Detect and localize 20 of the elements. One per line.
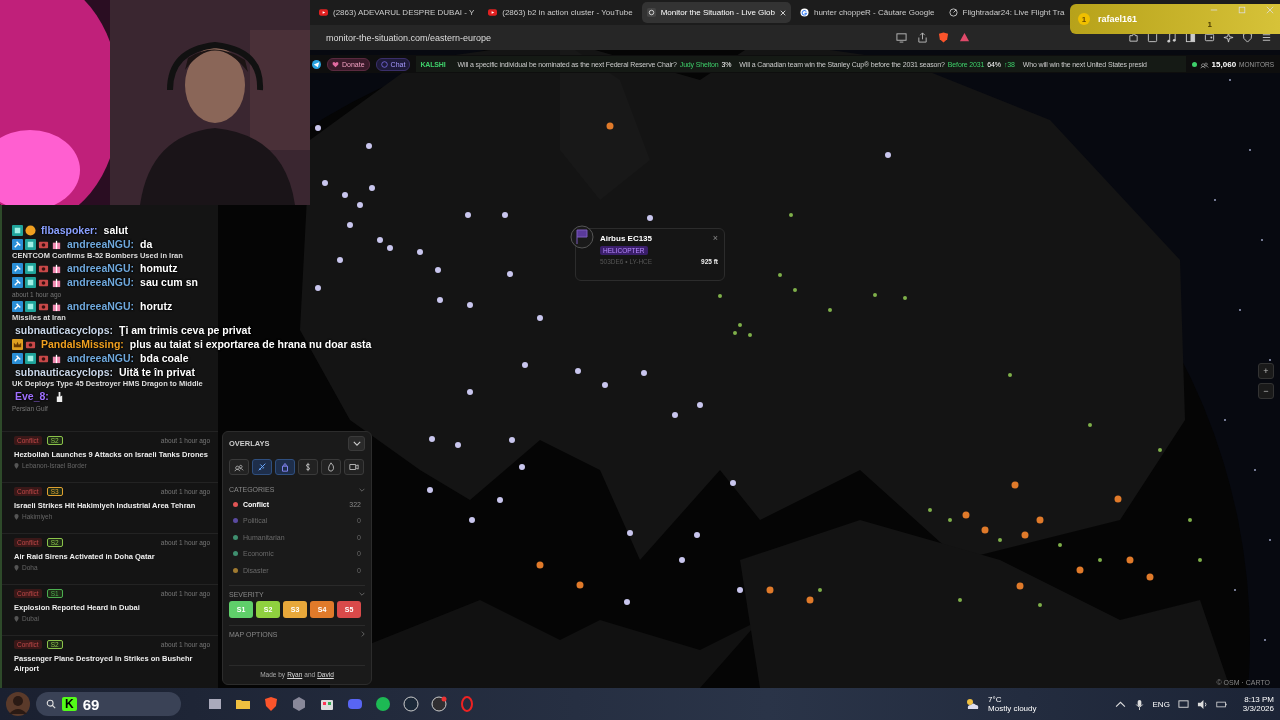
viewer-count: 69 [82, 695, 100, 713]
cube-app-icon[interactable] [291, 696, 307, 712]
chevron-up-icon[interactable] [1114, 698, 1126, 710]
record-app-icon[interactable] [431, 696, 447, 712]
speaker-icon[interactable] [1196, 698, 1208, 710]
microphone-icon[interactable] [1133, 698, 1145, 710]
language-indicator[interactable]: ENG [1152, 699, 1170, 709]
clock-date[interactable]: 3/3/2026 [1242, 704, 1274, 713]
ring-app-icon[interactable] [459, 696, 475, 712]
clock-time[interactable]: 8:13 PM [1244, 695, 1274, 704]
monitor-icon[interactable] [1177, 698, 1189, 710]
window-app-icon[interactable] [207, 696, 223, 712]
weather-condition: Mostly cloudy [988, 704, 1037, 713]
battery-icon[interactable] [1215, 698, 1227, 710]
avatar-icon [6, 692, 30, 716]
search-field[interactable]: K 69 [36, 692, 181, 716]
cloud-sun-icon [964, 696, 981, 712]
weather-temperature: 7°C [988, 695, 1003, 704]
kick-logo: K [62, 697, 77, 711]
search-icon [46, 699, 56, 709]
